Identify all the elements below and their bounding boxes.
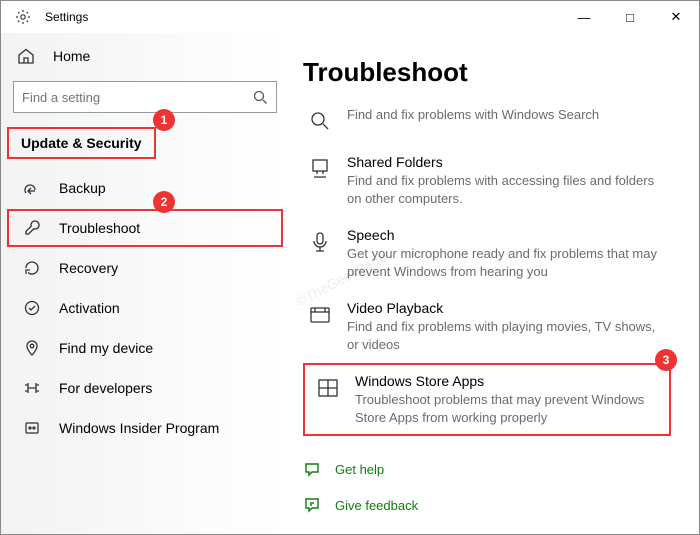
activation-icon bbox=[23, 299, 41, 317]
sidebar-item-recovery[interactable]: Recovery bbox=[7, 249, 283, 287]
annotation-badge-2: 2 bbox=[153, 191, 175, 213]
maximize-button[interactable]: □ bbox=[607, 1, 653, 33]
recovery-icon bbox=[23, 259, 41, 277]
sidebar-item-find-my-device[interactable]: Find my device bbox=[7, 329, 283, 367]
ts-title: Windows Store Apps bbox=[355, 373, 659, 389]
ts-text: Speech Get your microphone ready and fix… bbox=[347, 227, 667, 280]
ts-desc: Find and fix problems with playing movie… bbox=[347, 318, 667, 353]
developers-icon bbox=[23, 379, 41, 397]
microphone-icon bbox=[307, 229, 333, 255]
sidebar-category: Update & Security bbox=[7, 127, 156, 159]
sidebar-item-troubleshoot[interactable]: Troubleshoot bbox=[7, 209, 283, 247]
gear-icon bbox=[15, 9, 31, 25]
search-input-wrap[interactable] bbox=[13, 81, 277, 113]
feedback-icon bbox=[303, 496, 321, 514]
search-icon bbox=[252, 89, 268, 105]
sidebar-item-label: Backup bbox=[59, 180, 106, 196]
minimize-button[interactable]: — bbox=[561, 1, 607, 33]
give-feedback-row[interactable]: Give feedback bbox=[303, 490, 671, 520]
ts-desc: Troubleshoot problems that may prevent W… bbox=[355, 391, 659, 426]
sidebar-item-label: Find my device bbox=[59, 340, 153, 356]
home-icon bbox=[17, 47, 35, 65]
ts-desc: Find and fix problems with accessing fil… bbox=[347, 172, 667, 207]
ts-text: Video Playback Find and fix problems wit… bbox=[347, 300, 667, 353]
sidebar-item-activation[interactable]: Activation bbox=[7, 289, 283, 327]
main: Home Update & Security 1 Backup 2 bbox=[1, 33, 699, 534]
content: Troubleshoot Search and Indexing Find an… bbox=[289, 33, 699, 534]
ts-desc: Get your microphone ready and fix proble… bbox=[347, 245, 667, 280]
sidebar-item-backup[interactable]: Backup bbox=[7, 169, 283, 207]
window-controls: — □ ✕ bbox=[561, 1, 699, 33]
sidebar-item-label: For developers bbox=[59, 380, 152, 396]
store-apps-icon bbox=[315, 375, 341, 401]
get-help-link[interactable]: Get help bbox=[335, 462, 384, 477]
ts-item-shared-folders[interactable]: Shared Folders Find and fix problems wit… bbox=[303, 144, 671, 217]
annotation-badge-1: 1 bbox=[153, 109, 175, 131]
ts-desc: Find and fix problems with Windows Searc… bbox=[347, 106, 667, 124]
shared-folders-icon bbox=[307, 156, 333, 182]
search-icon bbox=[307, 108, 333, 134]
ts-text: Windows Store Apps Troubleshoot problems… bbox=[355, 373, 659, 426]
video-icon bbox=[307, 302, 333, 328]
ts-title: Video Playback bbox=[347, 300, 667, 316]
sidebar-item-insider[interactable]: Windows Insider Program bbox=[7, 409, 283, 447]
window-title: Settings bbox=[45, 10, 88, 24]
wrench-icon bbox=[23, 219, 41, 237]
ts-text: Shared Folders Find and fix problems wit… bbox=[347, 154, 667, 207]
sidebar-home[interactable]: Home bbox=[1, 39, 289, 73]
sidebar-item-label: Recovery bbox=[59, 260, 118, 276]
ts-text: Search and Indexing Find and fix problem… bbox=[347, 106, 667, 124]
ts-item-speech[interactable]: Speech Get your microphone ready and fix… bbox=[303, 217, 671, 290]
get-help-row[interactable]: Get help bbox=[303, 454, 671, 484]
ts-item-search-indexing[interactable]: Search and Indexing Find and fix problem… bbox=[303, 96, 671, 144]
page-title: Troubleshoot bbox=[303, 57, 671, 88]
ts-item-video-playback[interactable]: Video Playback Find and fix problems wit… bbox=[303, 290, 671, 363]
ts-item-windows-store-apps[interactable]: Windows Store Apps Troubleshoot problems… bbox=[303, 363, 671, 436]
sidebar: Home Update & Security 1 Backup 2 bbox=[1, 33, 289, 534]
sidebar-item-label: Troubleshoot bbox=[59, 220, 140, 236]
help-icon bbox=[303, 460, 321, 478]
sidebar-item-for-developers[interactable]: For developers bbox=[7, 369, 283, 407]
annotation-badge-3: 3 bbox=[655, 349, 677, 371]
search-input[interactable] bbox=[22, 90, 252, 105]
location-icon bbox=[23, 339, 41, 357]
insider-icon bbox=[23, 419, 41, 437]
backup-icon bbox=[23, 179, 41, 197]
ts-title: Speech bbox=[347, 227, 667, 243]
ts-title: Shared Folders bbox=[347, 154, 667, 170]
sidebar-item-label: Windows Insider Program bbox=[59, 420, 219, 436]
give-feedback-link[interactable]: Give feedback bbox=[335, 498, 418, 513]
close-button[interactable]: ✕ bbox=[653, 1, 699, 33]
sidebar-home-label: Home bbox=[53, 48, 90, 64]
sidebar-item-label: Activation bbox=[59, 300, 120, 316]
